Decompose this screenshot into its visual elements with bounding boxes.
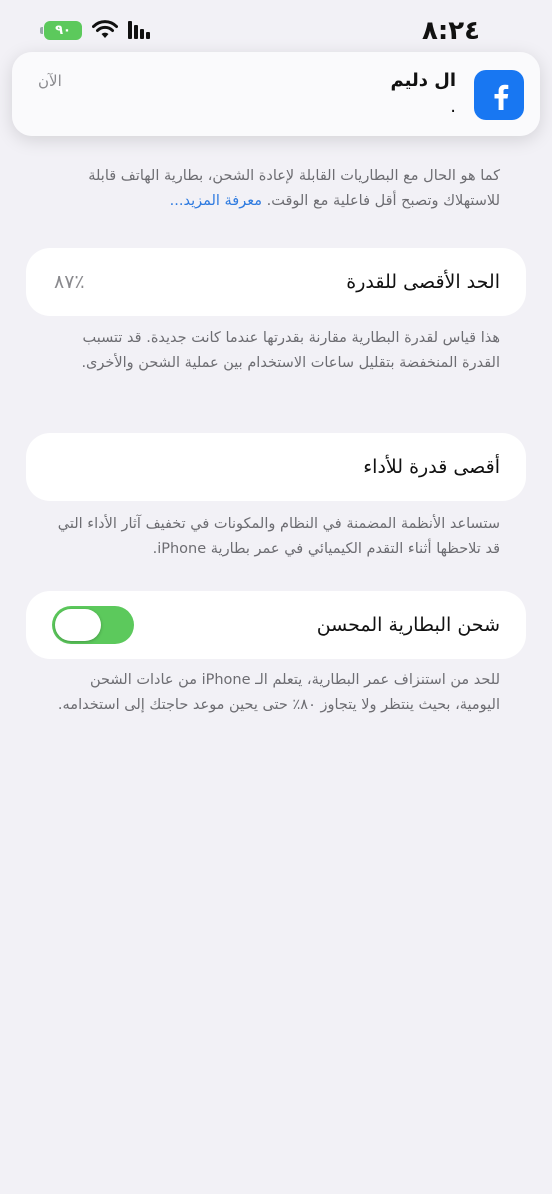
optimized-charging-row: شحن البطارية المحسن [26, 591, 526, 659]
peak-performance-row: أقصى قدرة للأداء [26, 433, 526, 501]
battery-health-screen: ٨:٢٤ ٩٠ ال دليم . الآن كما هو الحال مع ا… [0, 0, 552, 1194]
intro-description: كما هو الحال مع البطاريات القابلة لإعادة… [48, 164, 500, 214]
facebook-icon [474, 70, 524, 120]
optimized-charging-label: شحن البطارية المحسن [316, 614, 500, 636]
notification-body: . [450, 96, 456, 117]
cellular-signal-icon [128, 21, 150, 39]
learn-more-link[interactable]: معرفة المزيد... [170, 193, 262, 209]
peak-performance-description: ستساعد الأنظمة المضمنة في النظام والمكون… [57, 516, 500, 557]
toggle-knob [55, 609, 101, 641]
max-capacity-value: ٪٨٧ [54, 271, 85, 293]
optimized-charging-description: للحد من استنزاف عمر البطارية، يتعلم الـ … [57, 672, 500, 713]
max-capacity-row: الحد الأقصى للقدرة ٪٨٧ [26, 248, 526, 316]
battery-level: ٩٠ [55, 22, 71, 38]
status-icons: ٩٠ [40, 20, 150, 40]
peak-performance-label: أقصى قدرة للأداء [363, 456, 500, 478]
wifi-icon [92, 20, 118, 38]
status-time: ٨:٢٤ [421, 16, 480, 46]
intro-text: كما هو الحال مع البطاريات القابلة لإعادة… [88, 168, 500, 209]
optimized-charging-toggle[interactable] [52, 606, 134, 644]
max-capacity-label: الحد الأقصى للقدرة [346, 271, 500, 293]
battery-icon: ٩٠ [40, 20, 82, 40]
notification-banner[interactable]: ال دليم . الآن [12, 52, 540, 136]
max-capacity-description: هذا قياس لقدرة البطارية مقارنة بقدرتها ع… [81, 330, 500, 371]
notification-time: الآن [38, 72, 62, 90]
notification-title: ال دليم [390, 70, 456, 91]
